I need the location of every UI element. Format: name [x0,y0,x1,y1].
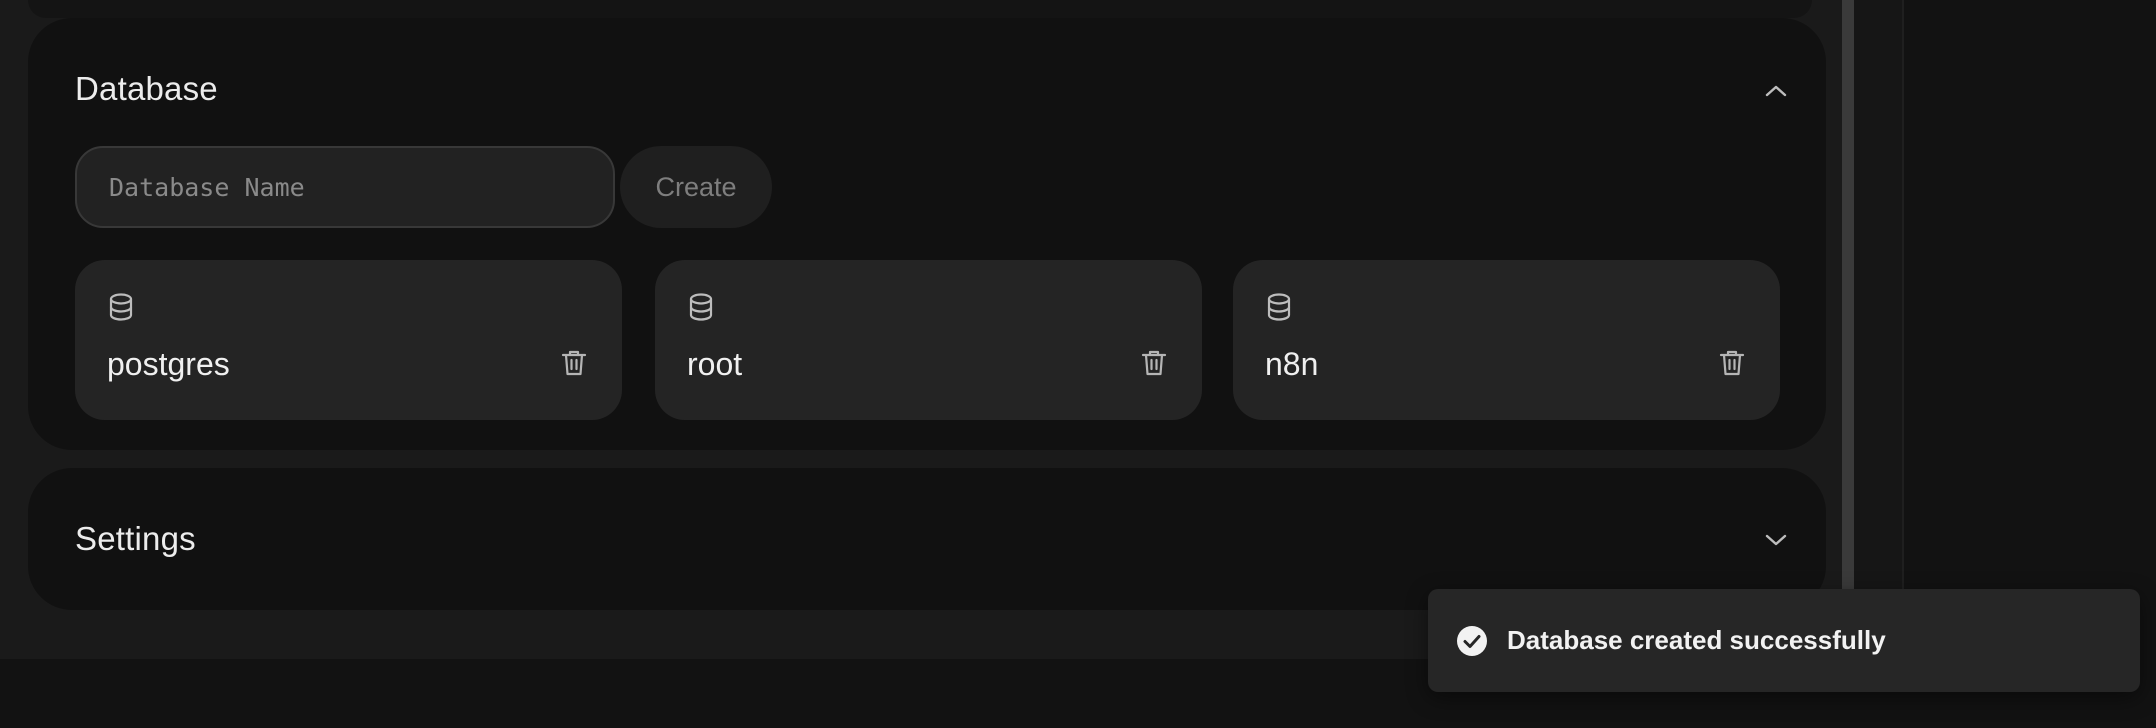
settings-panel-title: Settings [75,520,196,557]
trash-icon[interactable] [1718,348,1746,378]
database-item-name: n8n [1265,346,1319,382]
divider [1902,0,1904,590]
right-pane [1854,0,1902,590]
database-icon [1267,293,1291,321]
database-name-input[interactable] [75,146,615,228]
toast-notification: Database created successfully [1428,589,2140,692]
create-button[interactable]: Create [620,146,772,228]
chevron-down-icon[interactable] [1761,530,1791,550]
check-circle-icon [1457,626,1487,656]
database-icon [109,293,133,321]
database-item-n8n[interactable]: n8n [1233,260,1780,420]
content-area: Database Create postgres [0,0,1842,659]
database-item-root[interactable]: root [655,260,1202,420]
database-item-name: postgres [107,346,230,382]
scrollbar[interactable] [1842,0,1854,590]
toast-message: Database created successfully [1507,625,1886,655]
database-icon [689,293,713,321]
chevron-up-icon[interactable] [1761,81,1791,101]
app-window: Database Create postgres [0,0,2156,728]
database-panel-title: Database [75,70,218,107]
database-panel: Database Create postgres [28,18,1826,450]
previous-card-edge [28,0,1812,18]
database-item-name: root [687,346,743,382]
trash-icon[interactable] [1140,348,1168,378]
trash-icon[interactable] [560,348,588,378]
database-item-postgres[interactable]: postgres [75,260,622,420]
